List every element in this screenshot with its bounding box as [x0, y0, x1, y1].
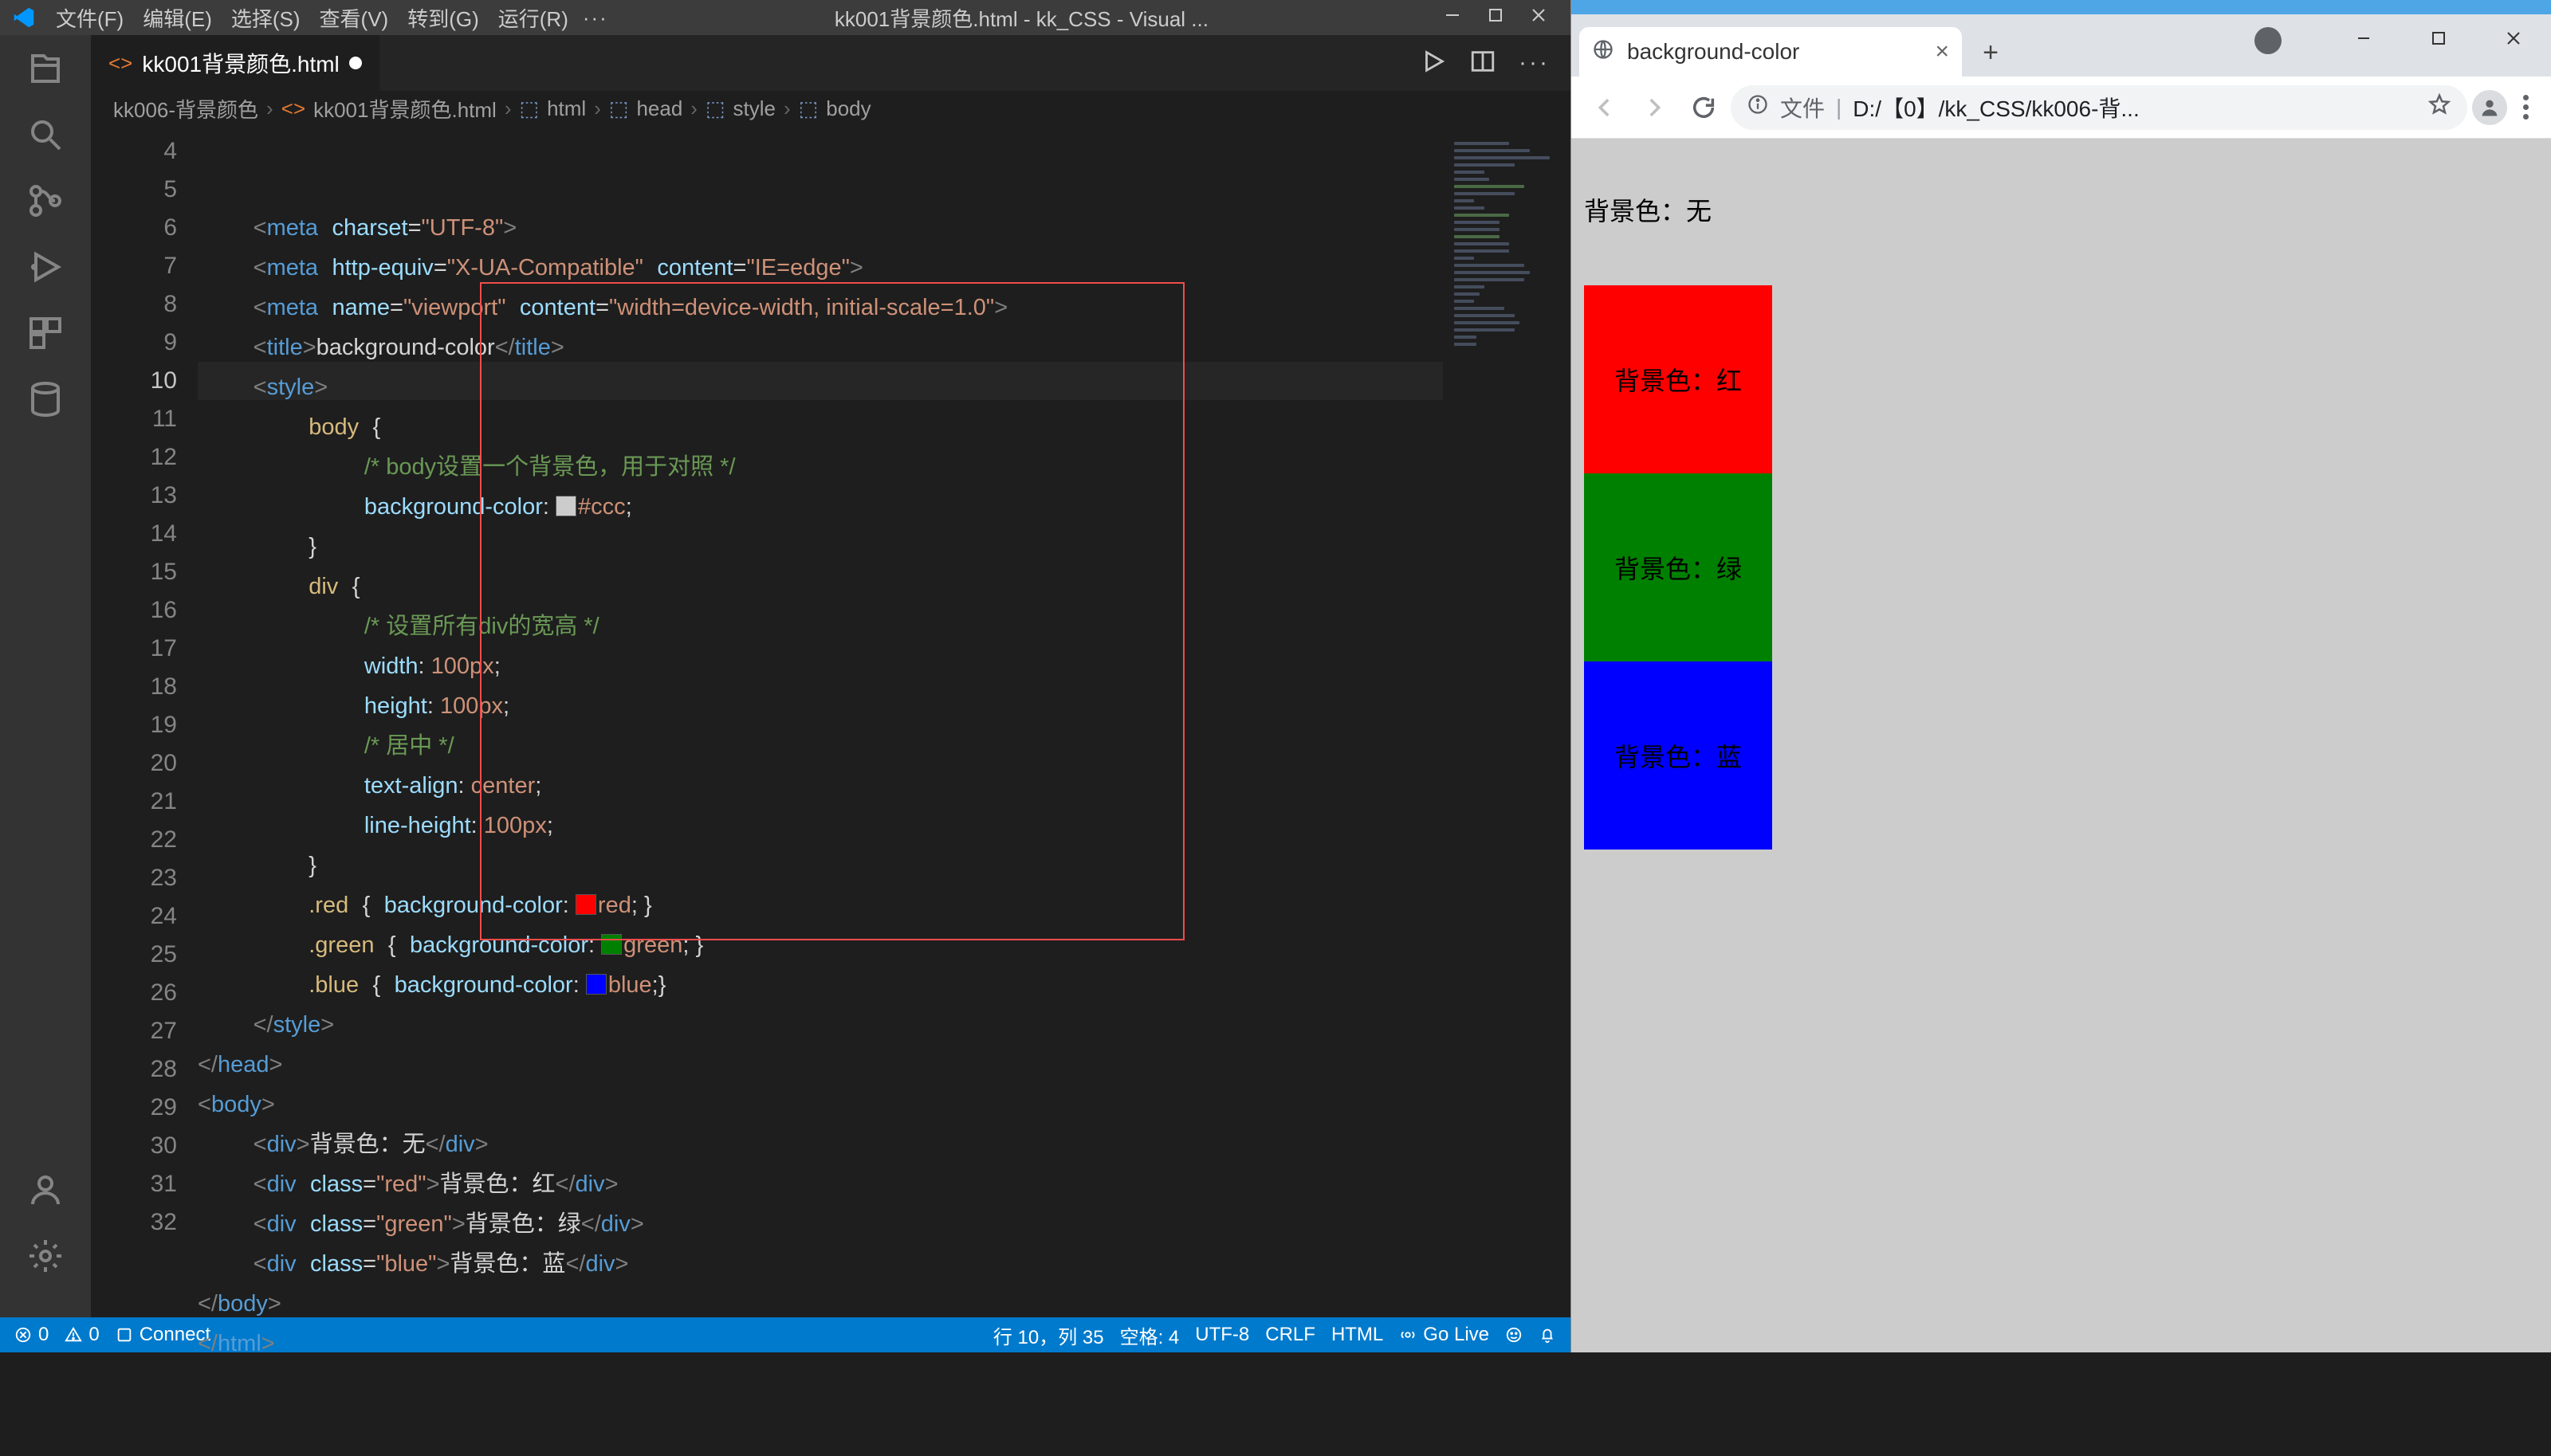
menu-file[interactable]: 文件(F) — [56, 3, 124, 33]
status-connect[interactable]: Connect — [116, 1324, 210, 1346]
minimap[interactable] — [1443, 126, 1570, 1317]
browser-window: background-color × + 文件 | D:/【0】/kk_CSS/… — [1570, 0, 2551, 1352]
rendered-page: 背景色：无 背景色：红 背景色：绿 背景色：蓝 — [1571, 139, 2551, 1352]
tag-icon: ⬚ — [609, 96, 629, 121]
browser-toolbar: 文件 | D:/【0】/kk_CSS/kk006-背... — [1571, 77, 2551, 139]
site-info-icon[interactable] — [1747, 93, 1769, 121]
div-blue: 背景色：蓝 — [1584, 661, 1772, 850]
activity-bar — [0, 35, 91, 1317]
browser-menu-icon[interactable] — [2512, 95, 2540, 120]
browser-tab[interactable]: background-color × — [1579, 27, 1962, 77]
activity-debug-icon[interactable] — [26, 248, 65, 290]
breadcrumb-item[interactable]: style — [733, 96, 776, 121]
menu-run[interactable]: 运行(R) — [498, 3, 568, 33]
globe-icon — [1592, 38, 1614, 66]
code-area[interactable]: <meta charset="UTF-8"> <meta http-equiv=… — [198, 126, 1443, 1317]
back-icon[interactable] — [1582, 85, 1627, 130]
html-file-icon: <> — [281, 96, 305, 121]
vscode-window: 文件(F) 编辑(E) 选择(S) 查看(V) 转到(G) 运行(R) ··· … — [0, 0, 1570, 1352]
url-scheme-label: 文件 — [1780, 92, 1825, 124]
window-close-icon[interactable] — [1529, 6, 1548, 30]
activity-scm-icon[interactable] — [26, 182, 65, 224]
url-text: D:/【0】/kk_CSS/kk006-背... — [1853, 92, 2416, 124]
browser-minimize-icon[interactable] — [2326, 14, 2401, 62]
vscode-logo-icon — [0, 6, 48, 29]
profile-avatar-icon[interactable] — [2472, 90, 2507, 125]
activity-settings-icon[interactable] — [26, 1237, 65, 1279]
vscode-titlebar: 文件(F) 编辑(E) 选择(S) 查看(V) 转到(G) 运行(R) ··· … — [0, 0, 1570, 35]
forward-icon[interactable] — [1632, 85, 1676, 130]
window-title: kk001背景颜色.html - kk_CSS - Visual ... — [623, 3, 1421, 33]
editor-tabs: <> kk001背景颜色.html ··· — [91, 35, 1570, 91]
url-separator: | — [1836, 95, 1842, 120]
breadcrumb-item[interactable]: body — [826, 96, 871, 121]
status-feedback-icon[interactable] — [1505, 1326, 1523, 1344]
activity-search-icon[interactable] — [26, 116, 65, 158]
editor[interactable]: 4567891011121314151617181920212223242526… — [91, 126, 1570, 1317]
browser-maximize-icon[interactable] — [2401, 14, 2476, 62]
new-tab-button[interactable]: + — [1975, 37, 2007, 69]
activity-explorer-icon[interactable] — [26, 49, 65, 92]
dirty-indicator-icon — [349, 57, 362, 69]
bookmark-star-icon[interactable] — [2427, 92, 2451, 122]
breadcrumb-item[interactable]: html — [547, 96, 586, 121]
div-red: 背景色：红 — [1584, 285, 1772, 473]
div-none: 背景色：无 — [1584, 151, 2538, 285]
menubar: 文件(F) 编辑(E) 选择(S) 查看(V) 转到(G) 运行(R) — [48, 3, 568, 33]
tab-close-icon[interactable]: × — [1935, 38, 1949, 65]
tab-search-icon[interactable] — [2254, 27, 2282, 54]
window-minimize-icon[interactable] — [1443, 6, 1462, 30]
more-actions-icon[interactable]: ··· — [1519, 49, 1550, 77]
html-file-icon: <> — [108, 51, 132, 76]
browser-close-icon[interactable] — [2476, 14, 2551, 62]
status-bell-icon[interactable] — [1539, 1326, 1556, 1344]
activity-extensions-icon[interactable] — [26, 314, 65, 356]
menu-edit[interactable]: 编辑(E) — [143, 3, 212, 33]
tag-icon: ⬚ — [799, 96, 819, 121]
tag-icon: ⬚ — [520, 96, 540, 121]
breadcrumb[interactable]: kk006-背景颜色› <> kk001背景颜色.html› ⬚ html› ⬚… — [91, 91, 1570, 126]
status-errors[interactable]: 0 — [14, 1324, 49, 1346]
menu-view[interactable]: 查看(V) — [320, 3, 389, 33]
breadcrumb-item[interactable]: kk001背景颜色.html — [313, 94, 497, 124]
status-warnings[interactable]: 0 — [65, 1324, 99, 1346]
breadcrumb-item[interactable]: kk006-背景颜色 — [113, 94, 258, 124]
tag-icon: ⬚ — [706, 96, 725, 121]
address-bar[interactable]: 文件 | D:/【0】/kk_CSS/kk006-背... — [1731, 85, 2467, 130]
split-editor-icon[interactable] — [1469, 48, 1496, 79]
menu-overflow-icon[interactable]: ··· — [568, 6, 623, 30]
browser-tab-title: background-color — [1627, 39, 1799, 65]
div-green: 背景色：绿 — [1584, 473, 1772, 661]
menu-goto[interactable]: 转到(G) — [407, 3, 479, 33]
run-icon[interactable] — [1420, 48, 1447, 79]
breadcrumb-item[interactable]: head — [636, 96, 682, 121]
menu-select[interactable]: 选择(S) — [231, 3, 301, 33]
activity-account-icon[interactable] — [26, 1171, 65, 1213]
line-numbers: 4567891011121314151617181920212223242526… — [91, 126, 198, 1317]
reload-icon[interactable] — [1681, 85, 1726, 130]
window-maximize-icon[interactable] — [1486, 6, 1505, 30]
tab-file[interactable]: <> kk001背景颜色.html — [91, 35, 379, 91]
browser-tabstrip: background-color × + — [1571, 14, 2551, 77]
activity-database-icon[interactable] — [26, 380, 65, 422]
tab-label: kk001背景颜色.html — [142, 47, 339, 79]
